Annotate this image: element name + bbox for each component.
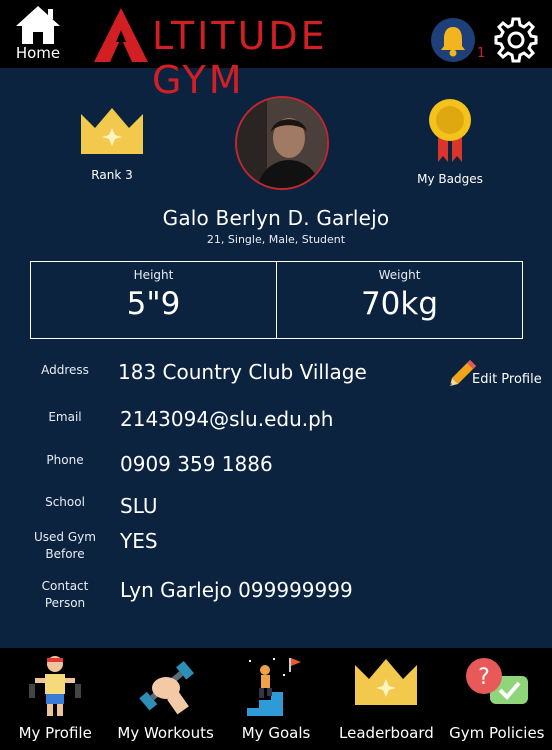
address-label: Address [41,363,89,377]
badges-widget[interactable]: My Badges [414,98,486,186]
rank-widget[interactable]: Rank 3 [76,104,148,182]
weight-metric: Weight 70kg [276,262,522,338]
svg-text:?: ? [478,665,490,690]
phone-label: Phone [46,453,84,467]
weight-value: 70kg [360,286,439,322]
nav-my-profile-label: My Profile [18,724,92,742]
avatar-photo [237,98,327,188]
notification-bell-icon[interactable] [430,17,476,63]
logo-text: LTITUDE GYM [152,14,328,102]
nav-gym-policies[interactable]: ? Gym Policies [442,648,552,750]
used-gym-label: Used Gym Before [34,530,96,561]
rank-label: Rank 3 [91,168,133,182]
nav-my-goals[interactable]: My Goals [221,648,331,750]
profile-name: Galo Berlyn D. Garlejo [162,206,390,230]
crown-icon [81,108,143,154]
height-metric: Height 5"9 [31,262,276,338]
contact-value: Lyn Garlejo 099999999 [120,578,353,602]
nav-my-workouts[interactable]: My Workouts [110,648,220,750]
question-check-icon: ? [465,658,528,704]
address-value: 183 Country Club Village [118,360,367,384]
nav-gym-policies-label: Gym Policies [449,724,545,742]
email-value: 2143094@slu.edu.ph [120,407,334,431]
top-bar: Home LTITUDE GYM 1 [0,0,552,102]
settings-gear-icon[interactable] [492,16,540,64]
medal-icon [429,99,471,162]
home-label: Home [15,44,61,62]
height-value: 5"9 [126,286,181,322]
school-label: School [45,495,85,509]
nav-leaderboard-label: Leaderboard [339,724,434,742]
profile-avatar[interactable] [235,96,329,190]
weight-label: Weight [378,268,421,282]
contact-label: Contact Person [41,579,89,610]
email-label: Email [48,410,82,424]
school-value: SLU [120,494,158,518]
used-gym-value: YES [120,529,158,553]
bottom-nav: My Profile My Workouts My Goals Leaderbo… [0,648,552,750]
body-metrics: Height 5"9 Weight 70kg [30,261,523,339]
phone-value: 0909 359 1886 [120,452,273,476]
nav-my-profile[interactable]: My Profile [0,648,110,750]
dumbbell-fist-icon [138,660,194,715]
nav-my-workouts-label: My Workouts [117,724,214,742]
edit-profile-label: Edit Profile [472,372,542,387]
crown-icon [355,659,418,705]
nav-my-goals-label: My Goals [241,724,311,742]
home-button[interactable]: Home [12,4,64,66]
weightlifter-icon [29,656,82,716]
stairs-goal-icon [247,658,302,716]
app-logo: LTITUDE GYM [92,6,392,102]
home-icon [16,6,60,44]
badges-label: My Badges [417,172,483,186]
height-label: Height [133,268,174,282]
profile-details: 21, Single, Male, Student [206,233,346,246]
logo-mountain-icon [94,8,148,62]
edit-profile-button[interactable]: Edit Profile [448,358,542,392]
notification-count: 1 [477,46,486,61]
nav-leaderboard[interactable]: Leaderboard [331,648,441,750]
